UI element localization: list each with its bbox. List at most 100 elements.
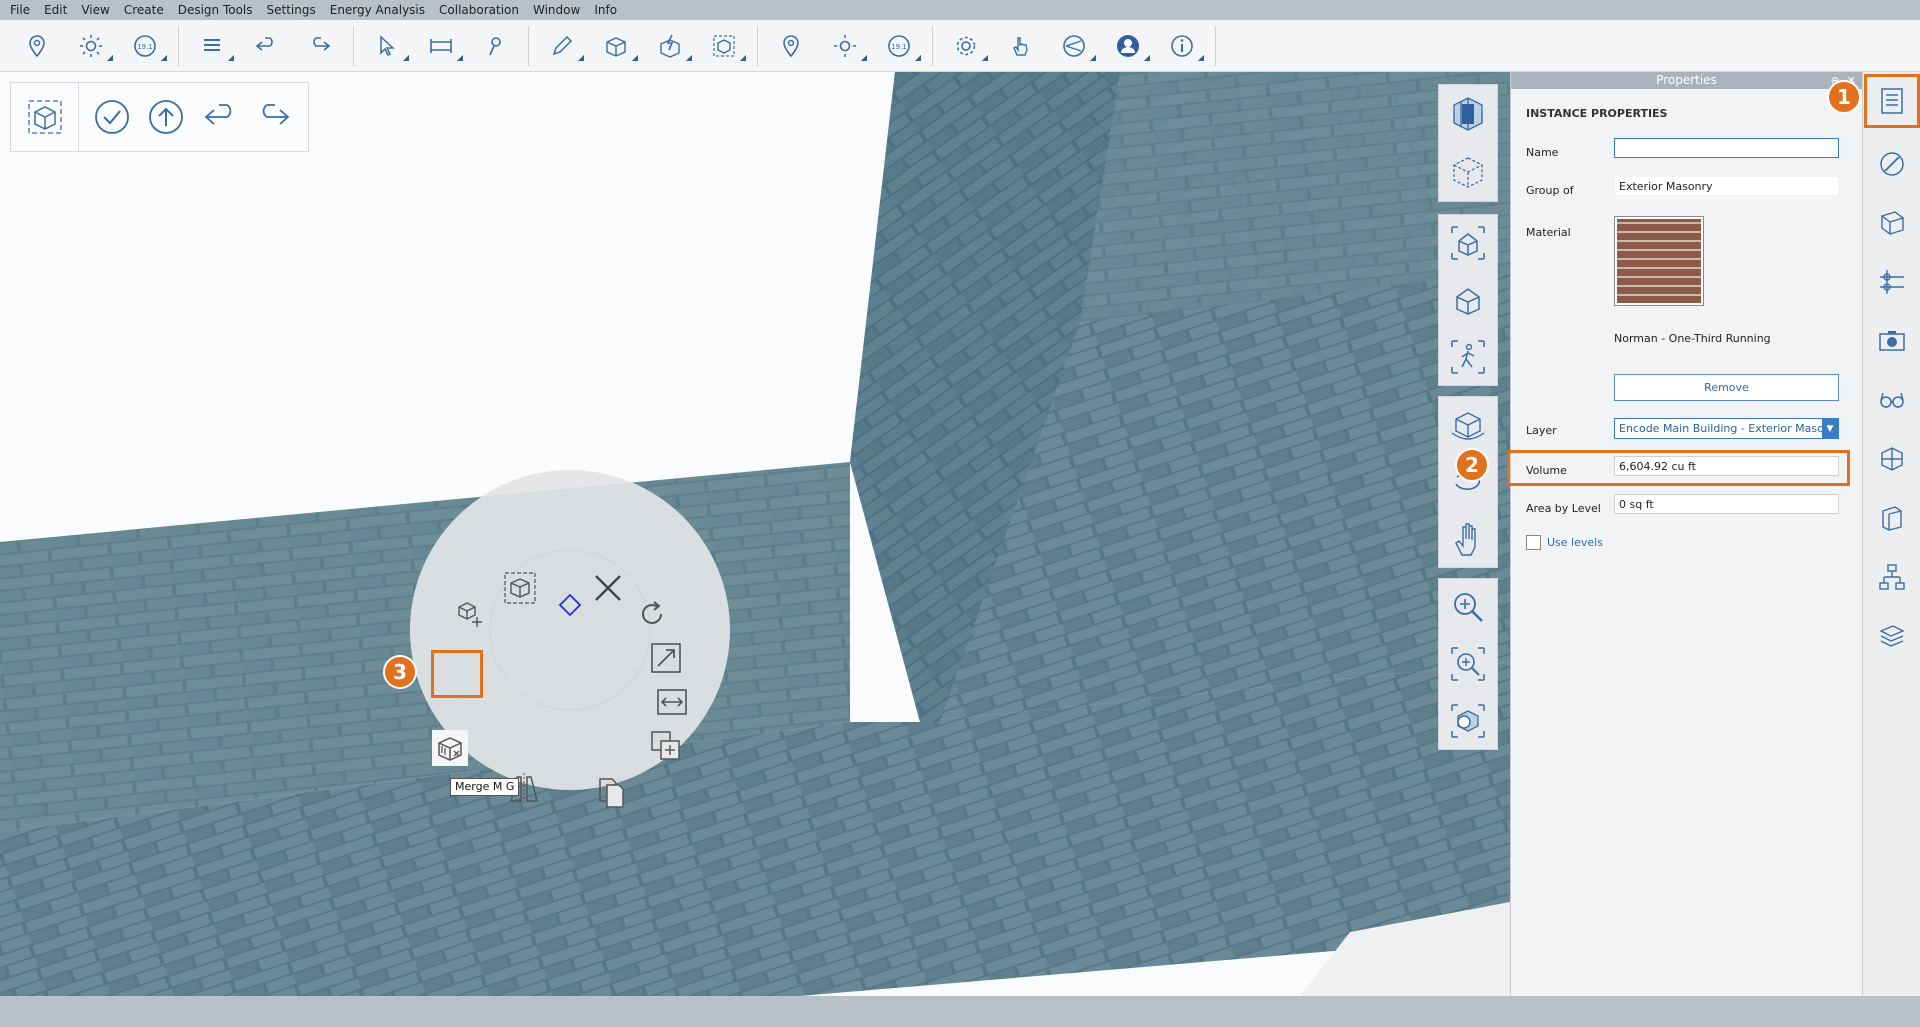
stretch-icon[interactable] — [654, 684, 690, 720]
undo-icon[interactable] — [247, 27, 285, 65]
instance-properties-heading: INSTANCE PROPERTIES — [1526, 107, 1668, 120]
toolbar-divider — [178, 25, 179, 66]
toolbar-divider — [932, 25, 933, 66]
account-icon[interactable]: ◢ — [1109, 27, 1150, 65]
status-bar — [0, 996, 1920, 1027]
settings-gear-icon[interactable]: ◢ — [947, 27, 988, 65]
select-arrow-icon[interactable]: ◢ — [368, 27, 409, 65]
menu-bar: File Edit View Create Design Tools Setti… — [0, 0, 1920, 20]
styles-icon[interactable] — [1869, 141, 1915, 187]
undo-icon[interactable] — [193, 90, 247, 144]
properties-panel: Properties ⊕ ✕ INSTANCE PROPERTIES Name … — [1455, 72, 1862, 996]
menu-design-tools[interactable]: Design Tools — [178, 3, 253, 17]
zoom-extents-icon[interactable] — [1445, 641, 1491, 687]
levels-icon[interactable] — [1869, 259, 1915, 305]
move-icon[interactable] — [452, 594, 488, 630]
radial-context-menu — [410, 470, 730, 808]
merge-tooltip: Merge M G — [450, 778, 520, 796]
location-pin-icon[interactable] — [18, 27, 56, 65]
menu-view[interactable]: View — [81, 3, 109, 17]
sun-icon[interactable]: ◢ — [72, 27, 113, 65]
copy-icon[interactable] — [594, 774, 630, 810]
material-name: Norman - One-Third Running — [1614, 332, 1771, 345]
draw-pencil-icon[interactable]: ◢ — [543, 27, 584, 65]
area-by-level-field: 0 sq ft — [1614, 494, 1839, 514]
main-toolbar: ◢ 19.1 ◢ ◢ ◢ ◢ ◢ ◢ ◢ ◢ ◢ 19.1 ◢ ◢ ◢ ◢ ◢ — [0, 20, 1920, 72]
redo-icon[interactable] — [301, 27, 339, 65]
right-sidebar: 1 — [1827, 72, 1920, 996]
check-icon[interactable] — [85, 90, 139, 144]
delete-x-icon[interactable] — [590, 570, 626, 606]
zoom-object-icon[interactable] — [1445, 698, 1491, 744]
menu-edit[interactable]: Edit — [44, 3, 67, 17]
menu-file[interactable]: File — [10, 3, 30, 17]
group-icon[interactable] — [502, 570, 538, 606]
panel-title-bar: Properties ⊕ ✕ — [1511, 72, 1862, 89]
menu-window[interactable]: Window — [533, 3, 580, 17]
properties-panel-icon[interactable] — [1863, 74, 1920, 128]
house-icon[interactable] — [1445, 277, 1491, 323]
name-field[interactable] — [1614, 138, 1839, 158]
menu-info[interactable]: Info — [594, 3, 617, 17]
use-levels-checkbox[interactable] — [1526, 535, 1541, 550]
materials-icon[interactable] — [1869, 200, 1915, 246]
camera-icon[interactable] — [1869, 318, 1915, 364]
callout-badge-3: 3 — [383, 655, 417, 689]
zoom-in-icon[interactable] — [1445, 584, 1491, 630]
walls-icon[interactable] — [1869, 436, 1915, 482]
up-arrow-icon[interactable] — [139, 90, 193, 144]
3d-house-icon[interactable] — [1445, 220, 1491, 266]
sun-icon[interactable]: ◢ — [826, 27, 867, 65]
group-box-icon[interactable]: ◢ — [705, 27, 746, 65]
area-by-level-label: Area by Level — [1526, 502, 1601, 515]
dimension-icon[interactable]: ◢ — [422, 27, 463, 65]
layers-list-icon[interactable]: ◢ — [193, 27, 234, 65]
panel-title: Properties — [1656, 73, 1717, 87]
touch-hand-icon[interactable] — [1001, 27, 1039, 65]
menu-settings[interactable]: Settings — [267, 3, 316, 17]
3d-viewport[interactable]: Merge M G 3 — [0, 72, 1510, 996]
redo-icon[interactable] — [247, 90, 301, 144]
zoom-group — [1438, 578, 1498, 750]
date-icon[interactable]: 19.1 ◢ — [126, 27, 167, 65]
duplicate-icon[interactable] — [648, 728, 684, 764]
orbit-icon[interactable] — [1445, 402, 1491, 448]
merge-icon[interactable] — [432, 730, 468, 766]
menu-collaboration[interactable]: Collaboration — [439, 3, 519, 17]
edit-mode-icon[interactable] — [11, 83, 79, 151]
info-icon[interactable]: ◢ — [1163, 27, 1204, 65]
scale-icon[interactable] — [648, 640, 684, 676]
quick-shape-icon[interactable]: ◢ — [651, 27, 692, 65]
date-badge: 19.1 — [891, 43, 907, 51]
material-swatch[interactable] — [1614, 216, 1704, 306]
location-pin-icon[interactable] — [772, 27, 810, 65]
hierarchy-icon[interactable] — [1869, 554, 1915, 600]
layers-icon[interactable] — [1869, 613, 1915, 659]
sharing-icon[interactable]: ◢ — [1055, 27, 1096, 65]
pan-hand-icon[interactable] — [1445, 516, 1491, 562]
callout-badge-2: 2 — [1455, 448, 1489, 482]
view-controls-group — [1438, 84, 1498, 202]
date-icon[interactable]: 19.1 ◢ — [880, 27, 921, 65]
merge-highlight-box — [431, 650, 483, 698]
chevron-down-icon[interactable]: ▼ — [1822, 419, 1838, 438]
toolbar-divider — [1215, 25, 1216, 66]
material-label: Material — [1526, 226, 1571, 239]
glasses-icon[interactable] — [1869, 377, 1915, 423]
menu-energy-analysis[interactable]: Energy Analysis — [330, 3, 425, 17]
toolbar-divider — [353, 25, 354, 66]
walk-person-icon[interactable] — [1445, 334, 1491, 380]
callout-badge-1: 1 — [1827, 80, 1861, 114]
date-badge: 19.1 — [137, 43, 153, 51]
view-cube-icon[interactable] — [1445, 91, 1491, 137]
menu-create[interactable]: Create — [124, 3, 164, 17]
push-pin-icon[interactable] — [476, 27, 514, 65]
view-modes-group — [1438, 214, 1498, 386]
doors-icon[interactable] — [1869, 495, 1915, 541]
use-levels-label[interactable]: Use levels — [1547, 536, 1603, 549]
section-view-icon[interactable] — [1445, 149, 1491, 195]
rotate-icon[interactable] — [634, 596, 670, 632]
layer-dropdown[interactable]: Encode Main Building - Exterior Masonry ▼ — [1614, 418, 1839, 439]
remove-button[interactable]: Remove — [1614, 374, 1839, 401]
add-box-icon[interactable]: ◢ — [597, 27, 638, 65]
